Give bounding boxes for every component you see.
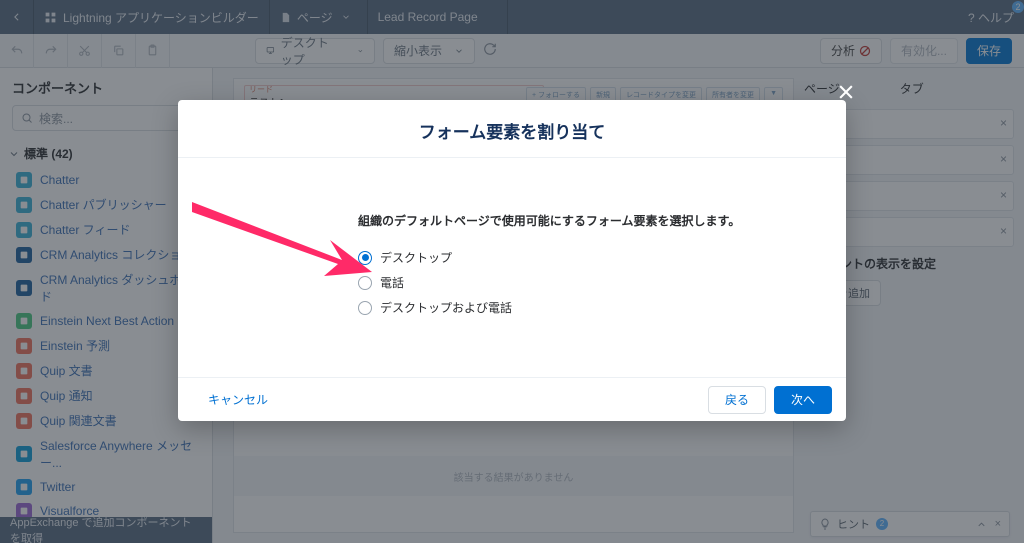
radio-phone-label: 電話 xyxy=(380,274,404,291)
close-icon xyxy=(836,82,856,102)
next-button[interactable]: 次へ xyxy=(774,386,832,414)
radio-indicator xyxy=(358,251,372,265)
radio-indicator xyxy=(358,276,372,290)
modal-close-button[interactable] xyxy=(836,82,856,107)
next-label: 次へ xyxy=(791,391,815,408)
radio-desktop-label: デスクトップ xyxy=(380,249,452,266)
radio-indicator xyxy=(358,301,372,315)
cancel-button[interactable]: キャンセル xyxy=(192,386,284,414)
modal-title: フォーム要素を割り当て xyxy=(178,100,846,158)
assign-form-factor-modal: フォーム要素を割り当て 組織のデフォルトページで使用可能にするフォーム要素を選択… xyxy=(178,100,846,421)
radio-both-label: デスクトップおよび電話 xyxy=(380,299,512,316)
back-button[interactable]: 戻る xyxy=(708,386,766,414)
radio-desktop-and-phone[interactable]: デスクトップおよび電話 xyxy=(358,295,786,320)
radio-phone[interactable]: 電話 xyxy=(358,270,786,295)
modal-lead: 組織のデフォルトページで使用可能にするフォーム要素を選択します。 xyxy=(358,212,786,229)
radio-desktop[interactable]: デスクトップ xyxy=(358,245,786,270)
cancel-label: キャンセル xyxy=(208,391,268,408)
back-label: 戻る xyxy=(725,391,749,408)
